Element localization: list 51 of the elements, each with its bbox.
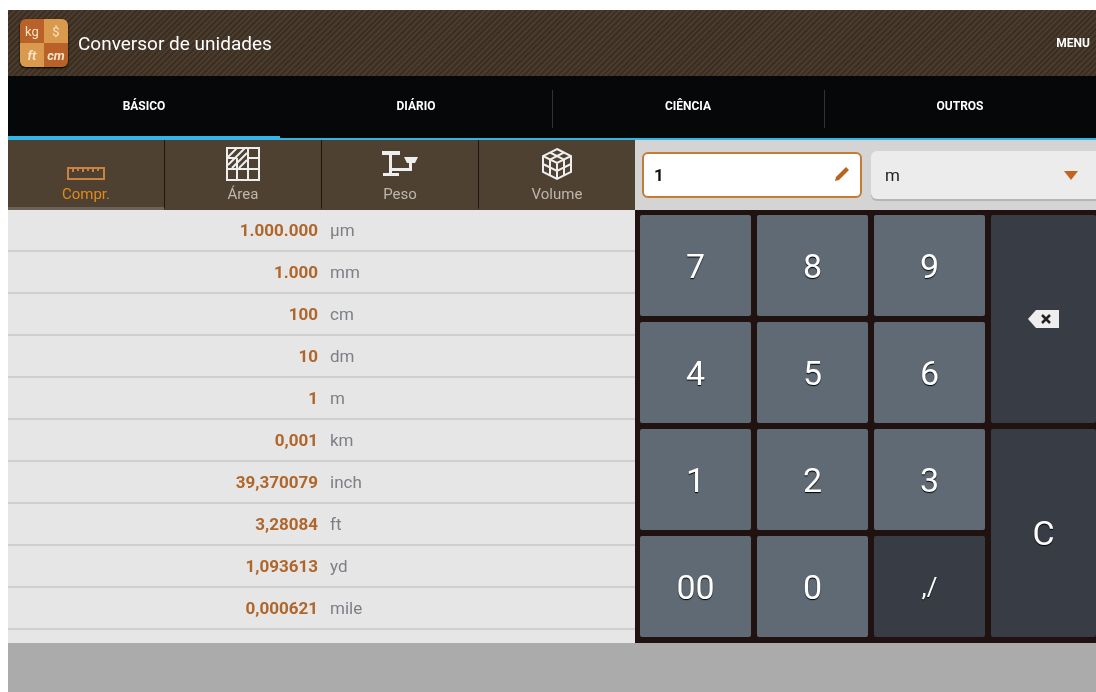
tab[interactable]: CIÊNCIA bbox=[552, 76, 824, 140]
tab[interactable]: DIÁRIO bbox=[280, 76, 552, 140]
input-field[interactable]: 1 bbox=[642, 152, 862, 198]
clear-key[interactable]: C bbox=[991, 429, 1096, 637]
keypad-key[interactable]: 3 bbox=[874, 429, 985, 530]
area-grid-icon bbox=[226, 147, 260, 181]
tab[interactable]: OUTROS bbox=[824, 76, 1096, 140]
result-value: 100 bbox=[288, 304, 318, 324]
keypad-key[interactable]: 6 bbox=[874, 322, 985, 423]
keypad-key[interactable]: 9 bbox=[874, 215, 985, 316]
pencil-icon bbox=[832, 166, 850, 184]
menu-button[interactable]: MENU bbox=[1056, 32, 1090, 54]
result-unit: dm bbox=[330, 346, 356, 366]
keypad-key[interactable]: 8 bbox=[757, 215, 868, 316]
result-unit: m bbox=[330, 388, 346, 408]
result-value: 39,370079 bbox=[235, 472, 318, 492]
result-unit: ft bbox=[330, 514, 343, 534]
backspace-key[interactable] bbox=[991, 215, 1096, 423]
ruler-icon bbox=[67, 165, 105, 181]
logo-tile: kg bbox=[20, 19, 44, 43]
result-value: 1.000 bbox=[274, 262, 318, 282]
result-unit: µm bbox=[330, 220, 356, 240]
app-title: Conversor de unidades bbox=[78, 31, 273, 55]
result-value: 1 bbox=[308, 388, 318, 408]
result-value: 1.000.000 bbox=[239, 220, 318, 240]
result-unit: inch bbox=[330, 472, 363, 492]
dropdown-arrow-icon bbox=[1064, 170, 1078, 180]
logo-tile: $ bbox=[44, 19, 68, 43]
backspace-icon bbox=[1026, 308, 1061, 330]
keypad-key[interactable]: 2 bbox=[757, 429, 868, 530]
keypad-key[interactable]: 0 bbox=[757, 536, 868, 637]
unit-dropdown[interactable]: m bbox=[871, 151, 1096, 199]
result-value: 10 bbox=[298, 346, 318, 366]
keypad-key[interactable]: 4 bbox=[640, 322, 751, 423]
keypad-key[interactable]: ,/ bbox=[874, 536, 985, 637]
result-value: 0,000621 bbox=[245, 598, 318, 618]
result-value: 0,001 bbox=[274, 430, 318, 450]
keypad-key[interactable]: 7 bbox=[640, 215, 751, 316]
cube-icon bbox=[540, 147, 574, 181]
keypad-key[interactable]: 5 bbox=[757, 322, 868, 423]
result-unit: km bbox=[330, 430, 355, 450]
result-value: 3,28084 bbox=[255, 514, 318, 534]
result-unit: mm bbox=[330, 262, 361, 282]
logo-tile: cm bbox=[44, 43, 68, 67]
result-unit: yd bbox=[330, 556, 349, 576]
result-value: 1,093613 bbox=[245, 556, 318, 576]
keypad-key[interactable]: 1 bbox=[640, 429, 751, 530]
result-unit: cm bbox=[330, 304, 355, 324]
logo-tile: ft bbox=[20, 43, 44, 67]
result-unit: mile bbox=[330, 598, 364, 618]
keypad-key[interactable]: 00 bbox=[640, 536, 751, 637]
